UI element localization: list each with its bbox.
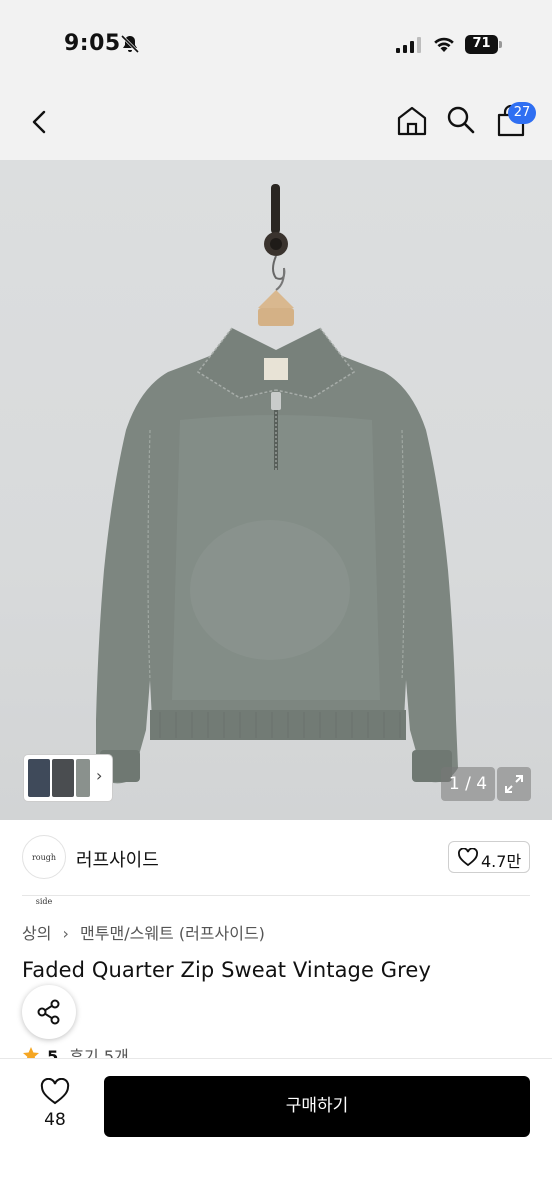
- heart-icon: [40, 1078, 70, 1105]
- brand-logo[interactable]: rough side: [22, 835, 66, 906]
- breadcrumb-subcategory[interactable]: 맨투맨/스웨트 (러프사이드): [80, 924, 265, 943]
- search-icon[interactable]: [445, 104, 477, 136]
- chevron-right-icon[interactable]: ›: [96, 766, 102, 785]
- cart-count-badge: 27: [508, 102, 536, 124]
- expand-image-button[interactable]: [497, 767, 531, 801]
- sweatshirt-photo: [96, 184, 458, 784]
- brand-like-button[interactable]: 4.7만: [448, 841, 530, 873]
- brand-name[interactable]: 러프사이드: [76, 846, 159, 872]
- status-time: 9:05: [64, 31, 121, 56]
- thumbnail-grey[interactable]: [76, 759, 90, 797]
- chevron-right-icon: ›: [62, 924, 69, 943]
- thumbnail-charcoal[interactable]: [52, 759, 74, 797]
- brand-like-count: 4.7만: [481, 852, 522, 871]
- battery-level: 71: [472, 36, 491, 51]
- wishlist-count: 48: [44, 1110, 66, 1130]
- thumbnail-strip[interactable]: ›: [24, 755, 112, 801]
- share-icon: [37, 999, 60, 1025]
- back-icon[interactable]: [24, 106, 56, 138]
- divider: [22, 895, 530, 896]
- product-title: Faded Quarter Zip Sweat Vintage Grey: [22, 958, 431, 982]
- breadcrumb: 상의 › 맨투맨/스웨트 (러프사이드): [22, 920, 265, 944]
- expand-icon: [505, 775, 523, 793]
- battery-indicator: 71: [465, 35, 503, 54]
- share-button[interactable]: [22, 985, 76, 1039]
- bell-slash-icon: [120, 34, 140, 54]
- buy-button[interactable]: 구매하기: [104, 1076, 530, 1137]
- status-bar: 9:05 71: [0, 0, 552, 90]
- wishlist-button[interactable]: 48: [30, 1078, 80, 1134]
- image-counter: 1 / 4: [441, 767, 495, 801]
- home-icon[interactable]: [395, 104, 429, 138]
- wifi-icon: [434, 37, 454, 52]
- cellular-signal-icon: [396, 37, 421, 53]
- breadcrumb-category[interactable]: 상의: [22, 924, 51, 943]
- nav-bar: [0, 90, 552, 160]
- thumbnail-navy[interactable]: [28, 759, 50, 797]
- product-image[interactable]: [0, 160, 552, 820]
- heart-icon: [458, 848, 478, 867]
